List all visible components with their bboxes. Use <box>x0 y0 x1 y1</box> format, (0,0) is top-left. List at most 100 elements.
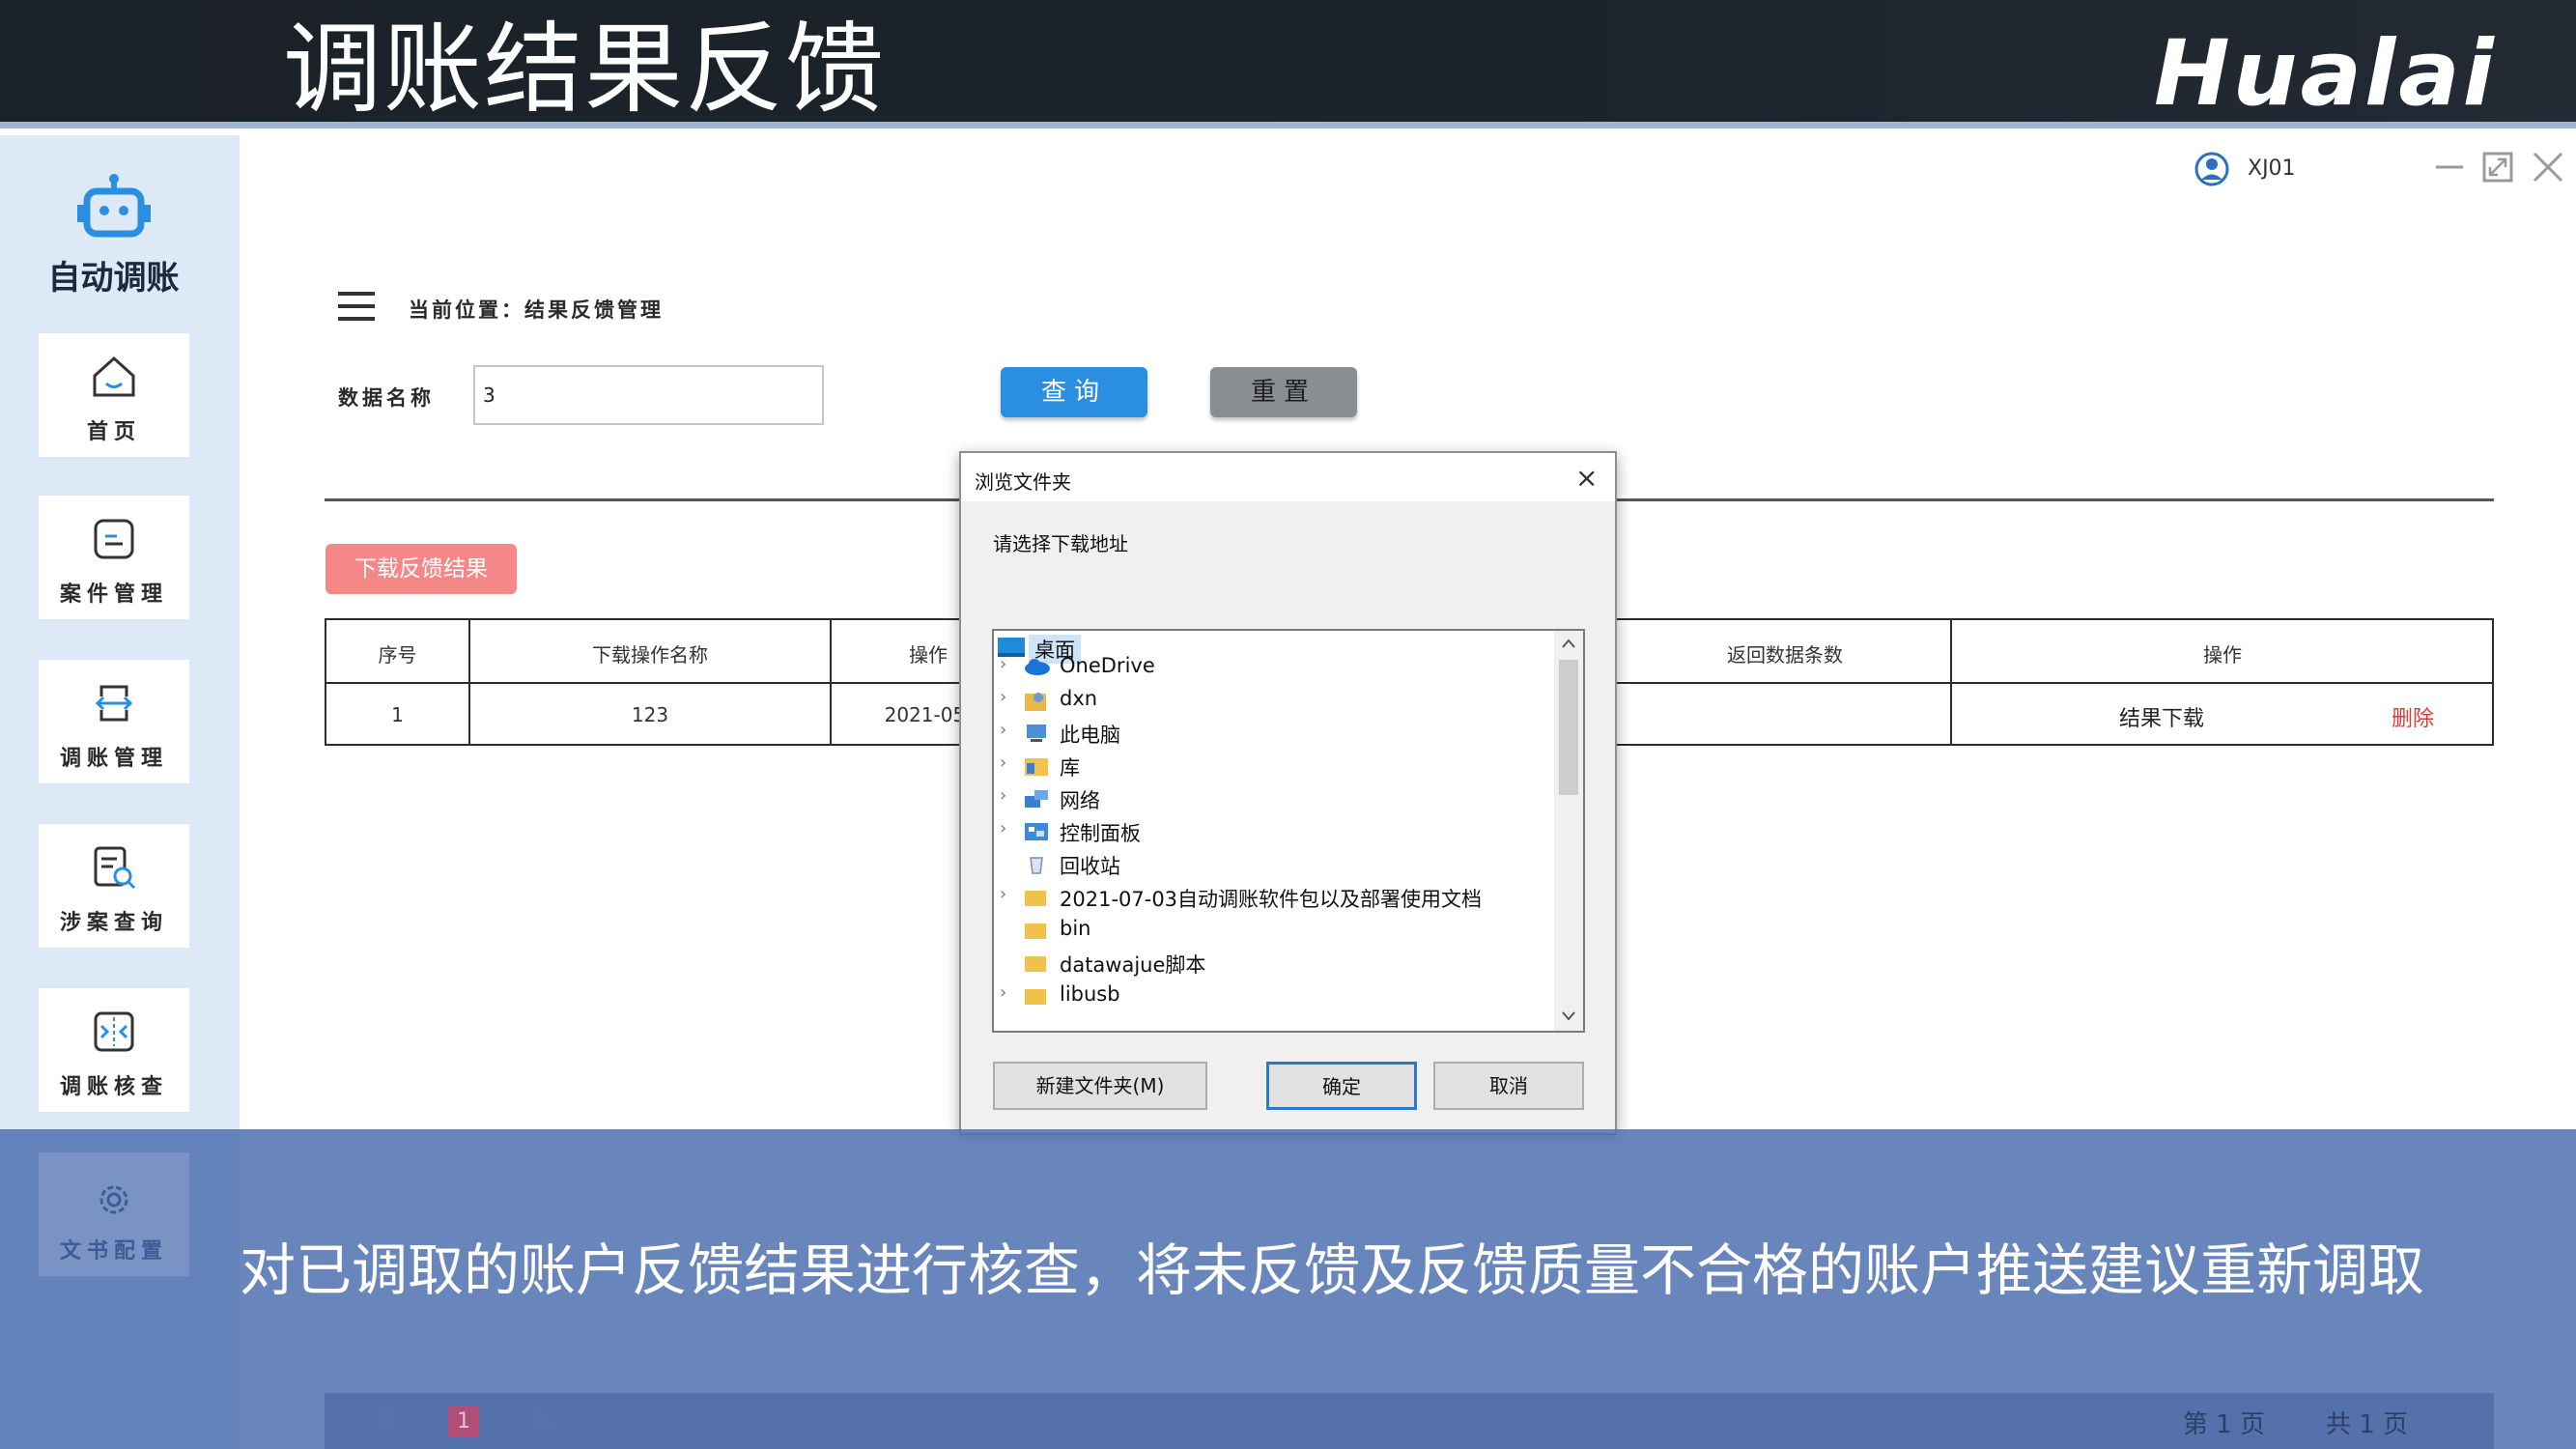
tree-item-label: 库 <box>1060 756 1080 780</box>
result-download-link[interactable]: 结果下载 <box>2065 701 2258 732</box>
page-indicator: 第 1 页 <box>2183 1410 2266 1439</box>
expand-chevron-icon[interactable]: › <box>1000 884 1006 904</box>
tree-item-library[interactable]: › 库 <box>994 749 1554 781</box>
recycle-bin-icon <box>1030 857 1043 874</box>
current-page-button[interactable]: 1 <box>448 1406 479 1437</box>
folder-icon <box>1025 923 1046 939</box>
expand-chevron-icon[interactable]: › <box>1000 720 1006 740</box>
table-header: 下载操作名称 <box>592 643 708 667</box>
close-icon[interactable] <box>2531 150 2565 185</box>
tree-item-label: 回收站 <box>1060 855 1120 878</box>
page: 调账结果反馈 Hualai 自动调账 首页 案件管理 调账管理 涉案查询 调账核… <box>0 0 2576 1449</box>
breadcrumb: 当前位置：结果反馈管理 <box>409 298 664 322</box>
folder-tree[interactable]: 桌面 › OneDrive › dxn › 此电脑 › 库 › 网络 › 控制面… <box>992 629 1585 1033</box>
scroll-down-icon[interactable] <box>1561 1009 1576 1023</box>
sidebar-item-transfer[interactable]: 调账管理 <box>39 660 189 783</box>
search-doc-icon <box>94 846 136 890</box>
page-title: 调账结果反馈 <box>283 13 886 128</box>
ok-button[interactable]: 确定 <box>1266 1062 1417 1110</box>
brand-logo: Hualai <box>2154 21 2497 127</box>
dialog-prompt: 请选择下载地址 <box>993 532 1128 555</box>
check-icon <box>94 1011 134 1052</box>
expand-chevron-icon[interactable]: › <box>1000 753 1006 773</box>
tree-item-label: datawajue脚本 <box>1060 953 1206 977</box>
top-banner: 调账结果反馈 Hualai <box>0 0 2576 128</box>
robot-icon <box>0 174 227 245</box>
sidebar-item-inquiry[interactable]: 涉案查询 <box>39 824 189 948</box>
expand-chevron-icon[interactable]: › <box>1000 982 1006 1003</box>
tree-item-network[interactable]: › 网络 <box>994 781 1554 814</box>
sidebar-item-label: 涉案查询 <box>59 910 168 935</box>
minimize-icon[interactable] <box>2432 150 2467 185</box>
table-header: 操作 <box>2203 643 2242 667</box>
computer-icon <box>1027 724 1046 742</box>
reset-button[interactable]: 重置 <box>1210 367 1357 417</box>
next-page-icon[interactable] <box>527 1405 560 1437</box>
tree-item-label: 此电脑 <box>1060 724 1120 747</box>
user-avatar-icon[interactable] <box>2193 150 2231 188</box>
tree-scrollbar[interactable] <box>1554 631 1583 1031</box>
home-icon <box>93 355 135 397</box>
cancel-button[interactable]: 取消 <box>1433 1062 1584 1110</box>
new-folder-button[interactable]: 新建文件夹(M) <box>993 1062 1207 1110</box>
dialog-close-icon[interactable]: × <box>1575 465 1598 492</box>
sidebar-item-document-config[interactable]: 文书配置 <box>39 1152 189 1276</box>
tree-item-libusb[interactable]: › libusb <box>994 979 1554 1011</box>
tree-item-datawajue[interactable]: datawajue脚本 <box>994 946 1554 979</box>
app-title: 自动调账 <box>47 259 180 298</box>
tree-item-control-panel[interactable]: › 控制面板 <box>994 814 1554 847</box>
data-name-label: 数据名称 <box>338 385 435 410</box>
data-name-input[interactable] <box>473 365 824 425</box>
folder-icon <box>1025 989 1046 1005</box>
sidebar-item-label: 文书配置 <box>59 1238 168 1264</box>
pagination: 1 第 1 页 共 1 页 <box>325 1393 2494 1449</box>
table-header: 返回数据条数 <box>1727 643 1843 667</box>
user-name[interactable]: XJ01 <box>2248 156 2296 181</box>
transfer-icon <box>95 685 133 722</box>
expand-chevron-icon[interactable]: › <box>1000 818 1006 838</box>
table-cell-index: 1 <box>391 703 404 726</box>
tree-item-onedrive[interactable]: › OneDrive <box>994 650 1554 683</box>
table-divider <box>1950 684 1952 744</box>
caption-text: 对已调取的账户反馈结果进行核查，将未反馈及反馈质量不合格的账户推送建议重新调取 <box>240 1237 2425 1303</box>
delete-link[interactable]: 删除 <box>2364 701 2461 732</box>
maximize-icon[interactable] <box>2480 150 2515 185</box>
cloud-icon <box>1025 659 1050 675</box>
case-icon <box>94 519 134 559</box>
tree-item-folder-package[interactable]: › 2021-07-03自动调账软件包以及部署使用文档 <box>994 880 1554 913</box>
scroll-up-icon[interactable] <box>1561 637 1576 650</box>
tree-item-label: 2021-07-03自动调账软件包以及部署使用文档 <box>1060 888 1483 911</box>
expand-chevron-icon[interactable]: › <box>1000 654 1006 674</box>
expand-chevron-icon[interactable]: › <box>1000 785 1006 806</box>
total-pages: 共 1 页 <box>2326 1410 2409 1439</box>
gear-icon <box>99 1185 128 1214</box>
tree-item-label: dxn <box>1060 687 1098 710</box>
folder-icon <box>1025 956 1046 972</box>
sidebar-item-label: 案件管理 <box>59 582 168 607</box>
tree-item-dxn[interactable]: › dxn <box>994 683 1554 716</box>
sidebar-item-label: 首页 <box>86 419 141 444</box>
menu-icon[interactable] <box>338 290 375 323</box>
table-cell-name: 123 <box>631 703 669 726</box>
dialog-title: 浏览文件夹 <box>975 470 1071 494</box>
tree-item-label: OneDrive <box>1060 654 1155 677</box>
tree-item-recycle-bin[interactable]: 回收站 <box>994 847 1554 880</box>
download-feedback-button[interactable]: 下载反馈结果 <box>326 544 517 594</box>
sidebar-item-home[interactable]: 首页 <box>39 333 189 457</box>
tree-item-label: libusb <box>1060 982 1120 1006</box>
tree-item-bin[interactable]: bin <box>994 913 1554 946</box>
prev-page-icon[interactable] <box>365 1405 398 1437</box>
table-header: 序号 <box>378 643 417 667</box>
control-panel-icon <box>1025 823 1048 840</box>
sidebar-item-case[interactable]: 案件管理 <box>39 496 189 619</box>
tree-item-label: bin <box>1060 917 1091 940</box>
expand-chevron-icon[interactable]: › <box>1000 687 1006 707</box>
scroll-thumb[interactable] <box>1559 660 1578 795</box>
sidebar-item-check[interactable]: 调账核查 <box>39 988 189 1112</box>
browse-folder-dialog: 浏览文件夹 × 请选择下载地址 桌面 › OneDrive › dxn › 此电… <box>959 451 1617 1135</box>
tree-item-this-pc[interactable]: › 此电脑 <box>994 716 1554 749</box>
query-button[interactable]: 查询 <box>1001 367 1147 417</box>
tree-item-label: 网络 <box>1060 789 1100 812</box>
tree-item-label: 控制面板 <box>1060 822 1141 845</box>
dialog-titlebar[interactable]: 浏览文件夹 × <box>961 453 1615 501</box>
